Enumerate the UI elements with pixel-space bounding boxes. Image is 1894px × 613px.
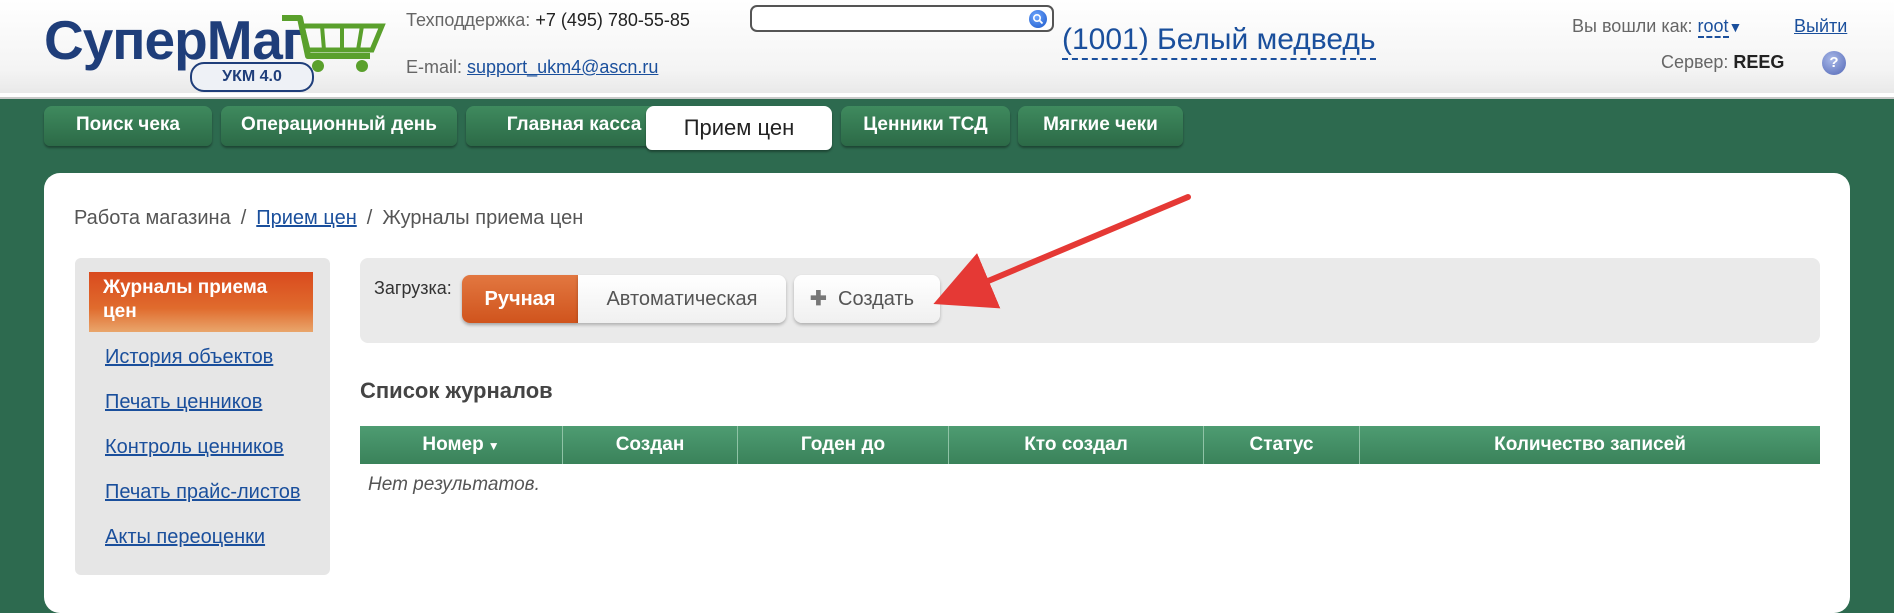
user-menu[interactable]: root [1697, 16, 1729, 38]
column-created-by[interactable]: Кто создал [949, 426, 1204, 464]
load-toolbar: Загрузка: Ручная Автоматическая ✚ Создат… [360, 258, 1820, 343]
auto-load-button[interactable]: Автоматическая [578, 275, 786, 323]
breadcrumb-root: Работа магазина [74, 207, 231, 229]
server-label: Сервер: [1661, 52, 1729, 72]
tab-tsd-labels[interactable]: Ценники ТСД [841, 106, 1010, 146]
create-button[interactable]: ✚ Создать [794, 275, 940, 323]
sidebar-item-history[interactable]: История объектов [105, 346, 273, 369]
breadcrumb-current: Журналы приема цен [382, 207, 584, 229]
breadcrumb-link[interactable]: Прием цен [256, 207, 357, 229]
tab-price-receiving[interactable]: Прием цен [646, 106, 832, 150]
load-label: Загрузка: [374, 278, 452, 298]
login-label: Вы вошли как: [1572, 16, 1693, 36]
search-icon[interactable] [1029, 10, 1047, 28]
logout-link[interactable]: Выйти [1794, 16, 1847, 37]
email-label: E-mail: [406, 57, 463, 77]
sort-down-icon: ▼ [487, 439, 500, 453]
sidebar-item-label-control[interactable]: Контроль ценников [105, 436, 284, 459]
help-icon[interactable]: ? [1822, 51, 1846, 75]
logo[interactable]: СуперМаг УКМ 4.0 [44, 8, 386, 92]
table-header: Номер ▼ Создан Годен до Кто создал Статус… [360, 426, 1820, 464]
breadcrumb: Работа магазина / Прием цен / Журналы приема… [74, 207, 583, 230]
content-panel: Работа магазина / Прием цен / Журналы приема… [44, 173, 1850, 613]
header: СуперМаг УКМ 4.0 Техподдержка: +7 (495) … [0, 0, 1894, 97]
logo-badge: УКМ 4.0 [190, 62, 314, 92]
search-input[interactable] [750, 5, 1054, 32]
email-link[interactable]: support_ukm4@ascn.ru [467, 57, 658, 77]
tab-operational-day[interactable]: Операционный день [221, 106, 457, 146]
store-selector[interactable]: (1001) Белый медведь [1062, 22, 1376, 60]
email-info: E-mail: support_ukm4@ascn.ru [406, 57, 658, 78]
create-button-label: Создать [838, 288, 915, 310]
support-phone: +7 (495) 780-55-85 [535, 10, 690, 30]
breadcrumb-separator: / [240, 207, 247, 229]
tab-receipt-search[interactable]: Поиск чека [44, 106, 212, 146]
journals-table: Номер ▼ Создан Годен до Кто создал Статус… [360, 426, 1820, 495]
sidebar-item-revaluation-acts[interactable]: Акты переоценки [105, 526, 265, 549]
chevron-down-icon[interactable]: ▼ [1729, 19, 1743, 35]
column-status[interactable]: Статус [1204, 426, 1360, 464]
support-info: Техподдержка: +7 (495) 780-55-85 [406, 10, 690, 31]
tab-soft-receipts[interactable]: Мягкие чеки [1018, 106, 1183, 146]
plus-icon: ✚ [810, 288, 827, 310]
sidebar-item-print-labels[interactable]: Печать ценников [105, 391, 262, 414]
manual-load-button[interactable]: Ручная [462, 275, 578, 323]
column-created[interactable]: Создан [563, 426, 738, 464]
sidebar-item-active[interactable]: Журналы приема цен [89, 272, 313, 332]
login-info: Вы вошли как: root▼ [1572, 16, 1743, 38]
breadcrumb-separator: / [366, 207, 373, 229]
list-title: Список журналов [360, 378, 553, 403]
column-record-count[interactable]: Количество записей [1360, 426, 1820, 464]
server-value: REEG [1733, 52, 1785, 72]
column-valid-until[interactable]: Годен до [738, 426, 949, 464]
sidebar: Журналы приема цен История объектов Печа… [75, 258, 330, 575]
column-number-label: Номер [422, 434, 484, 455]
empty-state: Нет результатов. [368, 474, 540, 495]
server-info: Сервер: REEG [1661, 52, 1784, 73]
column-number[interactable]: Номер ▼ [360, 426, 563, 464]
support-label: Техподдержка: [406, 10, 531, 30]
sidebar-item-print-pricelists[interactable]: Печать прайс-листов [105, 481, 301, 504]
logo-text: СуперМаг [44, 9, 305, 71]
